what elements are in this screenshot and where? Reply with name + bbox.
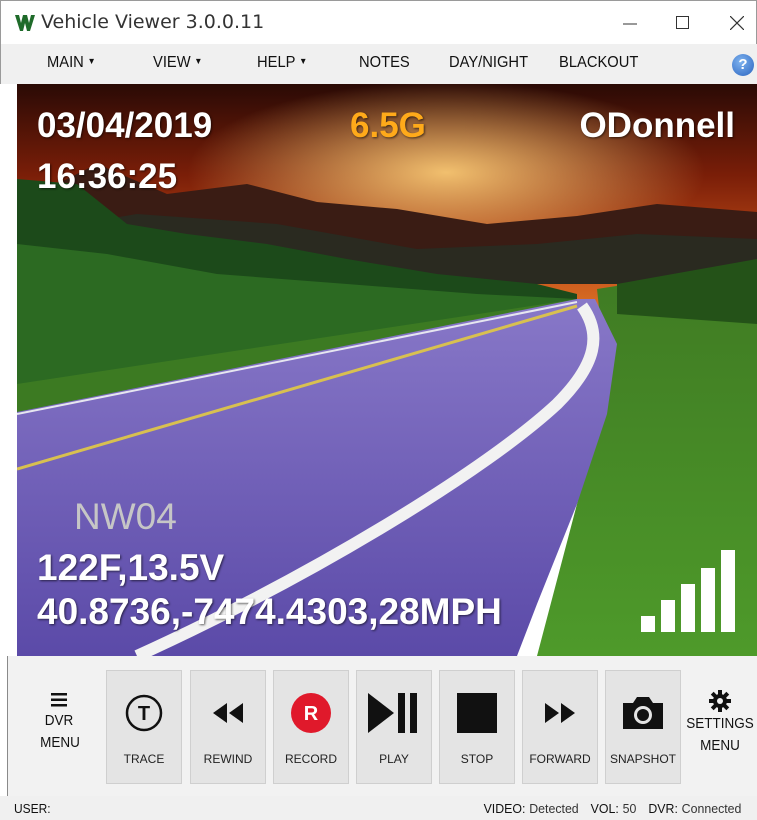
record-glyph: R — [304, 703, 319, 725]
caret-down-icon: ▼ — [87, 56, 96, 66]
window-title: Vehicle Viewer 3.0.0.11 — [41, 11, 265, 33]
dvr-menu-button[interactable]: DVR MENU — [38, 692, 80, 754]
status-right: VIDEO: Detected VOL: 50 DVR: Connected — [475, 801, 741, 816]
signal-bar — [681, 584, 695, 632]
gear-icon — [709, 690, 731, 712]
video-feed[interactable]: 03/04/2019 16:36:25 6.5G ODonnell NW04 1… — [17, 84, 757, 656]
overlay-temp-voltage: 122F,13.5V — [37, 547, 225, 588]
signal-bar — [701, 568, 715, 632]
menu-view[interactable]: VIEW ▼ — [153, 54, 203, 72]
status-vol-value: 50 — [622, 801, 636, 816]
play-pause-icon — [368, 693, 417, 733]
status-dvr-label: DVR: — [647, 801, 678, 816]
signal-bar — [661, 600, 675, 632]
close-button[interactable] — [709, 1, 757, 45]
signal-bar — [721, 550, 735, 632]
trace-button[interactable]: T TRACE — [106, 670, 182, 784]
status-vol-label: VOL: — [590, 801, 619, 816]
status-dvr-value: Connected — [681, 801, 741, 816]
trace-label: TRACE — [123, 752, 165, 766]
minimize-icon — [623, 23, 637, 25]
minimize-button[interactable] — [602, 1, 658, 45]
snapshot-button[interactable]: SNAPSHOT — [605, 670, 681, 784]
maximize-button[interactable] — [655, 1, 711, 45]
menu-blackout[interactable]: BLACKOUT — [559, 54, 638, 72]
hamburger-icon — [51, 693, 67, 707]
signal-bar — [641, 616, 655, 632]
menu-bar: MAIN ▼ VIEW ▼ HELP ▼ NOTES DAY/NIGHT BLACKO… — [0, 44, 757, 84]
status-video-label: VIDEO: — [483, 801, 526, 816]
play-label: PLAY — [379, 752, 409, 766]
menu-main[interactable]: MAIN ▼ — [47, 54, 96, 72]
help-circle-icon[interactable]: ? — [732, 54, 754, 76]
signal-strength-icon — [641, 550, 737, 632]
stop-label: STOP — [460, 752, 494, 766]
fast-forward-icon — [545, 703, 575, 723]
app-logo-icon — [15, 15, 35, 31]
rewind-icon — [213, 703, 243, 723]
caret-down-icon: ▼ — [299, 56, 308, 66]
overlay-date: 03/04/2019 — [37, 106, 213, 145]
maximize-icon — [676, 16, 689, 29]
snapshot-label: SNAPSHOT — [609, 752, 676, 766]
forward-label: FORWARD — [529, 752, 591, 766]
trace-glyph: T — [138, 703, 150, 725]
stop-icon — [457, 693, 497, 733]
status-video-value: Detected — [528, 801, 579, 816]
menu-day-night[interactable]: DAY/NIGHT — [449, 54, 528, 72]
settings-menu-button[interactable]: SETTINGS MENU — [682, 690, 757, 757]
overlay-gforce: 6.5G — [350, 106, 426, 145]
status-user: USER: — [14, 801, 51, 816]
status-bar: USER: VIDEO: Detected VOL: 50 DVR: Connecte… — [0, 796, 757, 820]
record-button[interactable]: R RECORD — [273, 670, 349, 784]
menu-help[interactable]: HELP ▼ — [257, 54, 307, 72]
overlay-time: 16:36:25 — [37, 157, 178, 196]
record-icon: R — [291, 693, 331, 733]
overlay-driver-name: ODonnell — [579, 106, 735, 145]
play-button[interactable]: PLAY — [356, 670, 432, 784]
title-bar: Vehicle Viewer 3.0.0.11 — [0, 0, 757, 45]
stop-button[interactable]: STOP — [439, 670, 515, 784]
rewind-label: REWIND — [203, 752, 253, 766]
forward-button[interactable]: FORWARD — [522, 670, 598, 784]
record-label: RECORD — [284, 752, 337, 766]
overlay-camera-id: NW04 — [74, 496, 177, 537]
status-user-label: USER: — [14, 801, 51, 816]
control-toolbar: DVR MENU T TRACE REWIND R RECORD PLAY ST… — [7, 656, 757, 796]
camera-icon — [623, 697, 663, 729]
menu-notes[interactable]: NOTES — [359, 54, 410, 72]
overlay-gps-speed: 40.8736,-7474.4303,28MPH — [37, 591, 502, 632]
rewind-button[interactable]: REWIND — [190, 670, 266, 784]
trace-icon: T — [125, 694, 163, 732]
close-icon — [730, 16, 744, 30]
caret-down-icon: ▼ — [194, 56, 203, 66]
